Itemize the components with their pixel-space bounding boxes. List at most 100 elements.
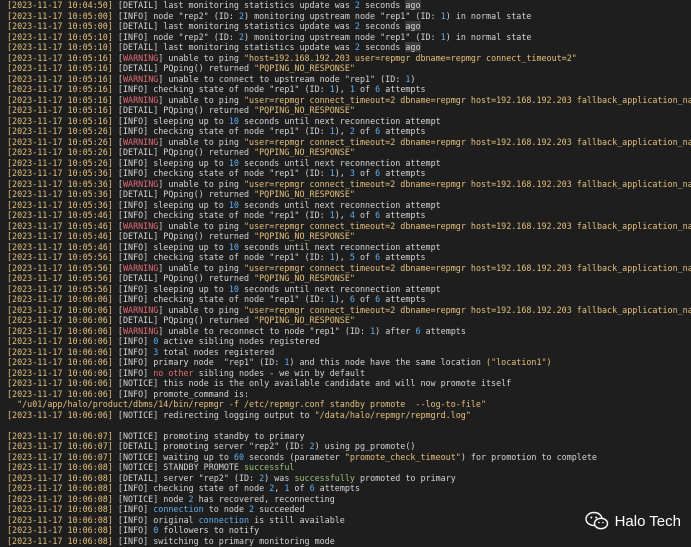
log-line: [2023-11-17 10:06:06] [NOTICE] this node… — [7, 378, 691, 389]
log-text: [INFO] sleeping up to — [112, 157, 229, 168]
log-timestamp: [2023-11-17 10:05:26] — [7, 147, 113, 157]
log-timestamp: [2023-11-17 10:04:50] — [7, 0, 113, 10]
log-text: [INFO] switching to primary monitoring m… — [112, 535, 335, 546]
log-line: [2023-11-17 10:05:36] [INFO] sleeping up… — [7, 200, 691, 211]
log-timestamp: [2023-11-17 10:05:36] — [7, 189, 113, 199]
log-text: "PQPING_NO_RESPONSE" — [254, 63, 355, 73]
log-text: attempts — [314, 483, 360, 493]
log-text: has recovered, reconnecting — [193, 493, 335, 504]
log-text: WARNING — [122, 262, 159, 273]
log-text: [NOTICE] waiting up to — [112, 451, 234, 462]
log-timestamp: [2023-11-17 10:05:46] — [7, 210, 113, 220]
log-text: [DETAIL] last monitoring statistics upda… — [112, 42, 355, 52]
log-text: [NOTICE] STANDBY PROMOTE — [112, 462, 244, 472]
log-text: [DETAIL] PQping() returned — [112, 189, 255, 199]
log-timestamp: [2023-11-17 10:05:16] — [7, 84, 113, 94]
log-line: [2023-11-17 10:05:26] [DETAIL] PQping() … — [7, 147, 691, 158]
log-timestamp: [2023-11-17 10:05:16] — [7, 115, 113, 126]
log-text: of — [354, 252, 376, 262]
log-text: attempts — [380, 84, 426, 94]
log-text: [INFO] sleeping up to — [112, 241, 229, 252]
log-text: ] unable to ping — [158, 136, 244, 147]
log-text: [INFO] — [112, 367, 154, 378]
log-timestamp: [2023-11-17 10:06:08] — [7, 514, 113, 525]
log-line: "/u01/app/halo/product/dbms/14/bin/repmg… — [7, 399, 691, 410]
log-text: seconds — [359, 0, 406, 10]
watermark-text: Halo Tech — [614, 512, 681, 530]
log-line: [2023-11-17 10:05:46] [INFO] checking st… — [7, 210, 691, 221]
log-text: seconds until next reconnection attempt — [238, 157, 441, 168]
log-line: [2023-11-17 10:05:16] [WARNING] unable t… — [7, 74, 691, 85]
log-text: [ — [112, 136, 123, 147]
log-timestamp: [2023-11-17 10:05:56] — [7, 283, 113, 294]
log-timestamp: [2023-11-17 10:06:06] — [7, 409, 113, 420]
log-timestamp: [2023-11-17 10:05:26] — [7, 157, 113, 168]
log-line: [2023-11-17 10:06:06] [INFO] 3 total nod… — [7, 347, 691, 358]
log-text: [DETAIL] last monitoring statistics upda… — [112, 0, 355, 10]
log-line: [2023-11-17 10:05:16] [INFO] checking st… — [7, 84, 691, 95]
log-text: "host=192.168.192.203 user=repmgr dbname… — [244, 52, 577, 63]
terminal-log[interactable]: [2023-11-17 10:04:50] [DETAIL] last moni… — [7, 0, 691, 546]
log-timestamp: [2023-11-17 10:05:46] — [7, 241, 113, 252]
log-timestamp: [2023-11-17 10:05:16] — [7, 52, 113, 63]
log-text: [DETAIL] server "rep2" (ID: — [112, 472, 260, 483]
log-line: [2023-11-17 10:05:56] [DETAIL] PQping() … — [7, 273, 691, 284]
log-text: [ — [112, 220, 123, 231]
log-text: ) — [410, 73, 416, 84]
log-line: [2023-11-17 10:05:16] [WARNING] unable t… — [7, 53, 691, 64]
log-text: ] unable to ping — [158, 262, 244, 273]
log-text: [INFO] — [112, 336, 154, 346]
log-text: "PQPING_NO_RESPONSE" — [254, 105, 355, 115]
log-text: "PQPING_NO_RESPONSE" — [254, 273, 355, 283]
log-text: "PQPING_NO_RESPONSE" — [254, 315, 355, 325]
log-text: ), — [334, 294, 350, 304]
log-text: "PQPING_NO_RESPONSE" — [254, 147, 355, 157]
log-timestamp: [2023-11-17 10:05:10] — [7, 42, 113, 52]
log-text: successfully — [294, 472, 355, 483]
log-timestamp: [2023-11-17 10:05:00] — [7, 21, 113, 31]
log-timestamp: [2023-11-17 10:06:06] — [7, 336, 113, 346]
log-timestamp: [2023-11-17 10:06:08] — [7, 504, 113, 514]
log-line: [2023-11-17 10:05:16] [INFO] sleeping up… — [7, 116, 691, 127]
log-text: connection — [198, 514, 250, 525]
log-timestamp: [2023-11-17 10:06:08] — [7, 493, 113, 504]
log-timestamp: [2023-11-17 10:05:46] — [7, 231, 113, 241]
log-text: [INFO] checking state of node "rep1" (ID… — [112, 168, 330, 178]
log-text: [INFO] checking state of node "rep1" (ID… — [112, 294, 330, 304]
log-text: "user=repmgr connect_timeout=2 dbname=re… — [244, 220, 691, 231]
log-text: ), — [334, 210, 350, 220]
log-text: of — [354, 126, 376, 136]
log-line: [2023-11-17 10:04:50] [DETAIL] last moni… — [7, 0, 691, 11]
log-text: [INFO] checking state of node "rep1" (ID… — [112, 84, 330, 94]
log-line: [2023-11-17 10:05:10] [INFO] node "rep2"… — [7, 32, 691, 43]
log-text: [INFO] primary node "rep1" (ID: — [112, 357, 285, 367]
log-timestamp: [2023-11-17 10:05:10] — [7, 31, 113, 42]
log-text: active sibling nodes registered — [158, 336, 320, 346]
log-text: ] unable to ping — [158, 178, 244, 189]
log-text: [NOTICE] this node is the only available… — [112, 378, 512, 388]
log-text: followers to notify — [158, 525, 260, 535]
log-text: [ — [112, 325, 123, 336]
log-text: seconds until next reconnection attempt — [238, 199, 441, 210]
log-timestamp: [2023-11-17 10:06:08] — [7, 472, 113, 483]
log-timestamp: [2023-11-17 10:05:00] — [7, 10, 113, 21]
log-text: ] unable to connect to upstream node "re… — [158, 73, 406, 84]
log-line: [2023-11-17 10:05:46] [INFO] sleeping up… — [7, 242, 691, 253]
log-text: [INFO] promote_command is: — [112, 388, 250, 399]
log-text: [DETAIL] PQping() returned — [112, 147, 255, 157]
log-timestamp: [2023-11-17 10:05:16] — [7, 73, 113, 84]
log-line: [2023-11-17 10:06:08] [INFO] checking st… — [7, 483, 691, 494]
log-text: WARNING — [122, 325, 159, 336]
log-text: [INFO] checking state of node "rep1" (ID… — [112, 210, 330, 220]
log-text: total nodes registered — [158, 346, 275, 357]
log-text: ) monitoring upstream node "rep1" (ID: — [244, 31, 441, 42]
log-text: [ — [112, 94, 123, 105]
log-text: attempts — [380, 126, 426, 136]
log-text: 10 — [228, 115, 239, 126]
log-timestamp: [2023-11-17 10:05:16] — [7, 63, 113, 73]
log-text: [INFO] sleeping up to — [112, 199, 229, 210]
log-text: sibling nodes - we win by default — [193, 367, 366, 378]
log-line: [2023-11-17 10:05:00] [DETAIL] last moni… — [7, 21, 691, 32]
log-text: [DETAIL] promoting server "rep2" (ID: — [112, 441, 310, 451]
